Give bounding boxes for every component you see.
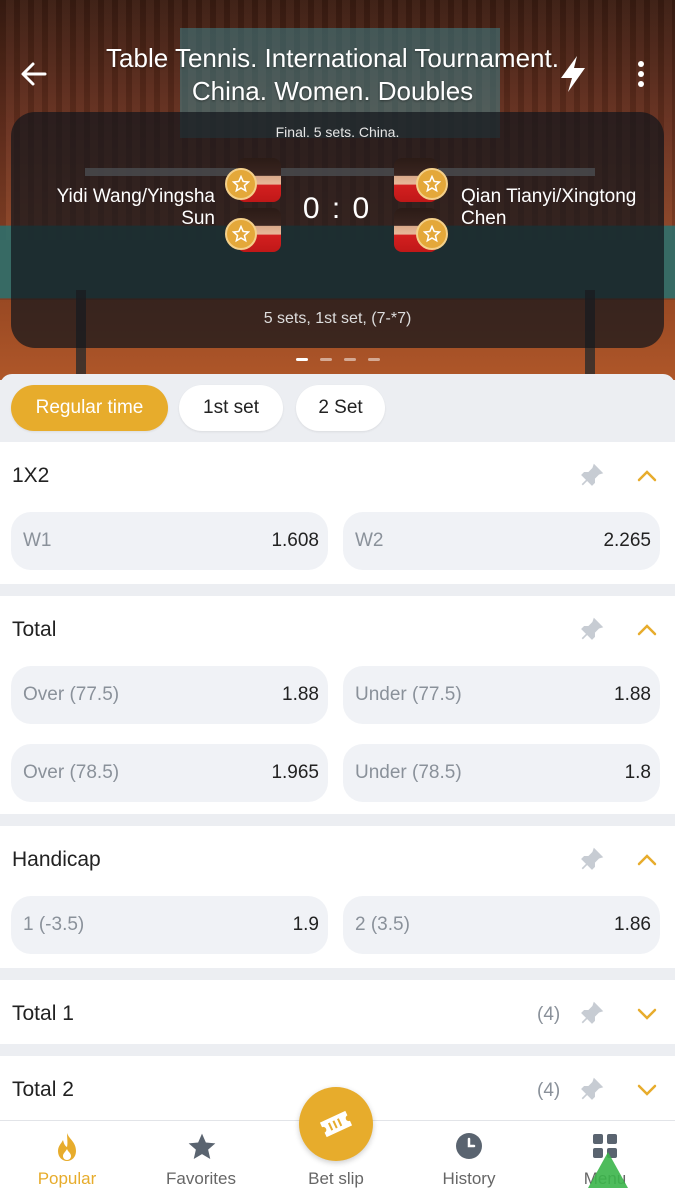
team2-name: Qian Tianyi/Xingtong Chen [461, 186, 637, 229]
match-score: 0 : 0 [302, 192, 372, 225]
lightning-icon [561, 56, 585, 92]
odd-label: W1 [23, 530, 52, 551]
match-period: 5 sets, 1st set, (7-*7) [263, 310, 412, 327]
team1-name: Yidi Wang/Yingsha Sun [56, 186, 215, 229]
market-title: Handicap [12, 848, 101, 871]
odd-label: Over (78.5) [23, 762, 120, 783]
odd-button[interactable]: Under (78.5) 1.8 [343, 744, 660, 802]
odd-value: 1.9 [292, 914, 319, 935]
match-card[interactable]: Final. 5 sets. China. Yidi Wang/Yingsha … [11, 112, 664, 348]
nav-label: History [442, 1169, 496, 1188]
back-button[interactable] [16, 56, 52, 92]
period-tabs: Regular time 1st set 2 Set [0, 374, 675, 440]
odd-button[interactable]: 2 (3.5) 1.86 [343, 896, 660, 954]
odd-button[interactable]: Over (77.5) 1.88 [11, 666, 328, 724]
pin-icon[interactable] [579, 462, 605, 488]
odd-value: 2.265 [603, 530, 651, 551]
nav-popular[interactable]: Popular [12, 1121, 122, 1200]
nav-label: Favorites [166, 1169, 236, 1188]
star-outline-icon [423, 175, 441, 193]
nav-favorites[interactable]: Favorites [146, 1121, 256, 1200]
market-title: 1X2 [12, 464, 50, 487]
tab-1st-set[interactable]: 1st set [179, 385, 283, 431]
chevron-up-icon[interactable] [635, 618, 659, 642]
favorite-player-button[interactable] [225, 168, 257, 200]
market-1x2: 1X2 W1 1.608 W2 2.265 [0, 442, 675, 584]
page-title: Table Tennis. International Tournament. … [106, 43, 559, 106]
market-title: Total 2 [12, 1078, 74, 1101]
odd-label: Under (77.5) [355, 684, 462, 705]
arrow-left-icon [21, 62, 47, 86]
pin-icon[interactable] [579, 1076, 605, 1102]
carousel-dot[interactable] [344, 358, 356, 361]
more-vertical-icon [638, 61, 644, 87]
more-options-button[interactable] [628, 58, 654, 92]
odd-button[interactable]: W2 2.265 [343, 512, 660, 570]
favorite-player-button[interactable] [416, 218, 448, 250]
odd-label: Under (78.5) [355, 762, 462, 783]
ticket-icon [319, 1110, 353, 1138]
chevron-down-icon[interactable] [635, 1078, 659, 1102]
odd-button[interactable]: Over (78.5) 1.965 [11, 744, 328, 802]
fire-icon [58, 1133, 76, 1161]
chevron-up-icon[interactable] [635, 464, 659, 488]
star-outline-icon [232, 225, 250, 243]
nav-history[interactable]: History [414, 1121, 524, 1200]
star-icon [188, 1133, 216, 1159]
star-outline-icon [423, 225, 441, 243]
markets-content[interactable]: Regular time 1st set 2 Set 1X2 W1 1.608 … [0, 374, 675, 1120]
pin-icon[interactable] [579, 1000, 605, 1026]
carousel-dot[interactable] [320, 358, 332, 361]
favorite-player-button[interactable] [225, 218, 257, 250]
odd-label: 2 (3.5) [355, 914, 410, 935]
tab-2-set[interactable]: 2 Set [296, 385, 385, 431]
nav-label: Bet slip [308, 1169, 364, 1188]
tab-regular-time[interactable]: Regular time [11, 385, 168, 431]
odd-value: 1.86 [614, 914, 651, 935]
clock-icon [456, 1133, 482, 1159]
live-button[interactable] [555, 54, 591, 94]
odd-button[interactable]: 1 (-3.5) 1.9 [11, 896, 328, 954]
odd-value: 1.88 [282, 684, 319, 705]
odd-button[interactable]: Under (77.5) 1.88 [343, 666, 660, 724]
carousel-indicator [296, 358, 386, 362]
match-hero: Table Tennis. International Tournament. … [0, 0, 675, 380]
market-count: (4) [537, 1080, 561, 1101]
market-title: Total [12, 618, 57, 641]
pin-icon[interactable] [579, 616, 605, 642]
market-handicap: Handicap 1 (-3.5) 1.9 2 (3.5) 1.86 [0, 826, 675, 968]
odd-value: 1.608 [271, 530, 319, 551]
market-total-1[interactable]: Total 1 (4) [0, 980, 675, 1044]
favorite-player-button[interactable] [416, 168, 448, 200]
carousel-dot[interactable] [296, 358, 308, 361]
market-total: Total Over (77.5) 1.88 Under (77.5) 1.88… [0, 596, 675, 814]
odd-button[interactable]: W1 1.608 [11, 512, 328, 570]
odd-label: W2 [355, 530, 384, 551]
odd-label: Over (77.5) [23, 684, 120, 705]
market-count: (4) [537, 1004, 561, 1025]
watermark-logo [518, 1152, 628, 1188]
bet-slip-button[interactable] [299, 1087, 373, 1161]
star-outline-icon [232, 175, 250, 193]
odd-value: 1.88 [614, 684, 651, 705]
odd-value: 1.965 [271, 762, 319, 783]
market-title: Total 1 [12, 1002, 74, 1025]
carousel-dot[interactable] [368, 358, 380, 361]
nav-label: Popular [37, 1169, 97, 1188]
top-bar: Table Tennis. International Tournament. … [0, 30, 675, 120]
chevron-down-icon[interactable] [635, 1002, 659, 1026]
odd-label: 1 (-3.5) [23, 914, 85, 935]
match-stage: Final. 5 sets. China. [275, 124, 400, 140]
odd-value: 1.8 [624, 762, 651, 783]
chevron-up-icon[interactable] [635, 848, 659, 872]
pin-icon[interactable] [579, 846, 605, 872]
